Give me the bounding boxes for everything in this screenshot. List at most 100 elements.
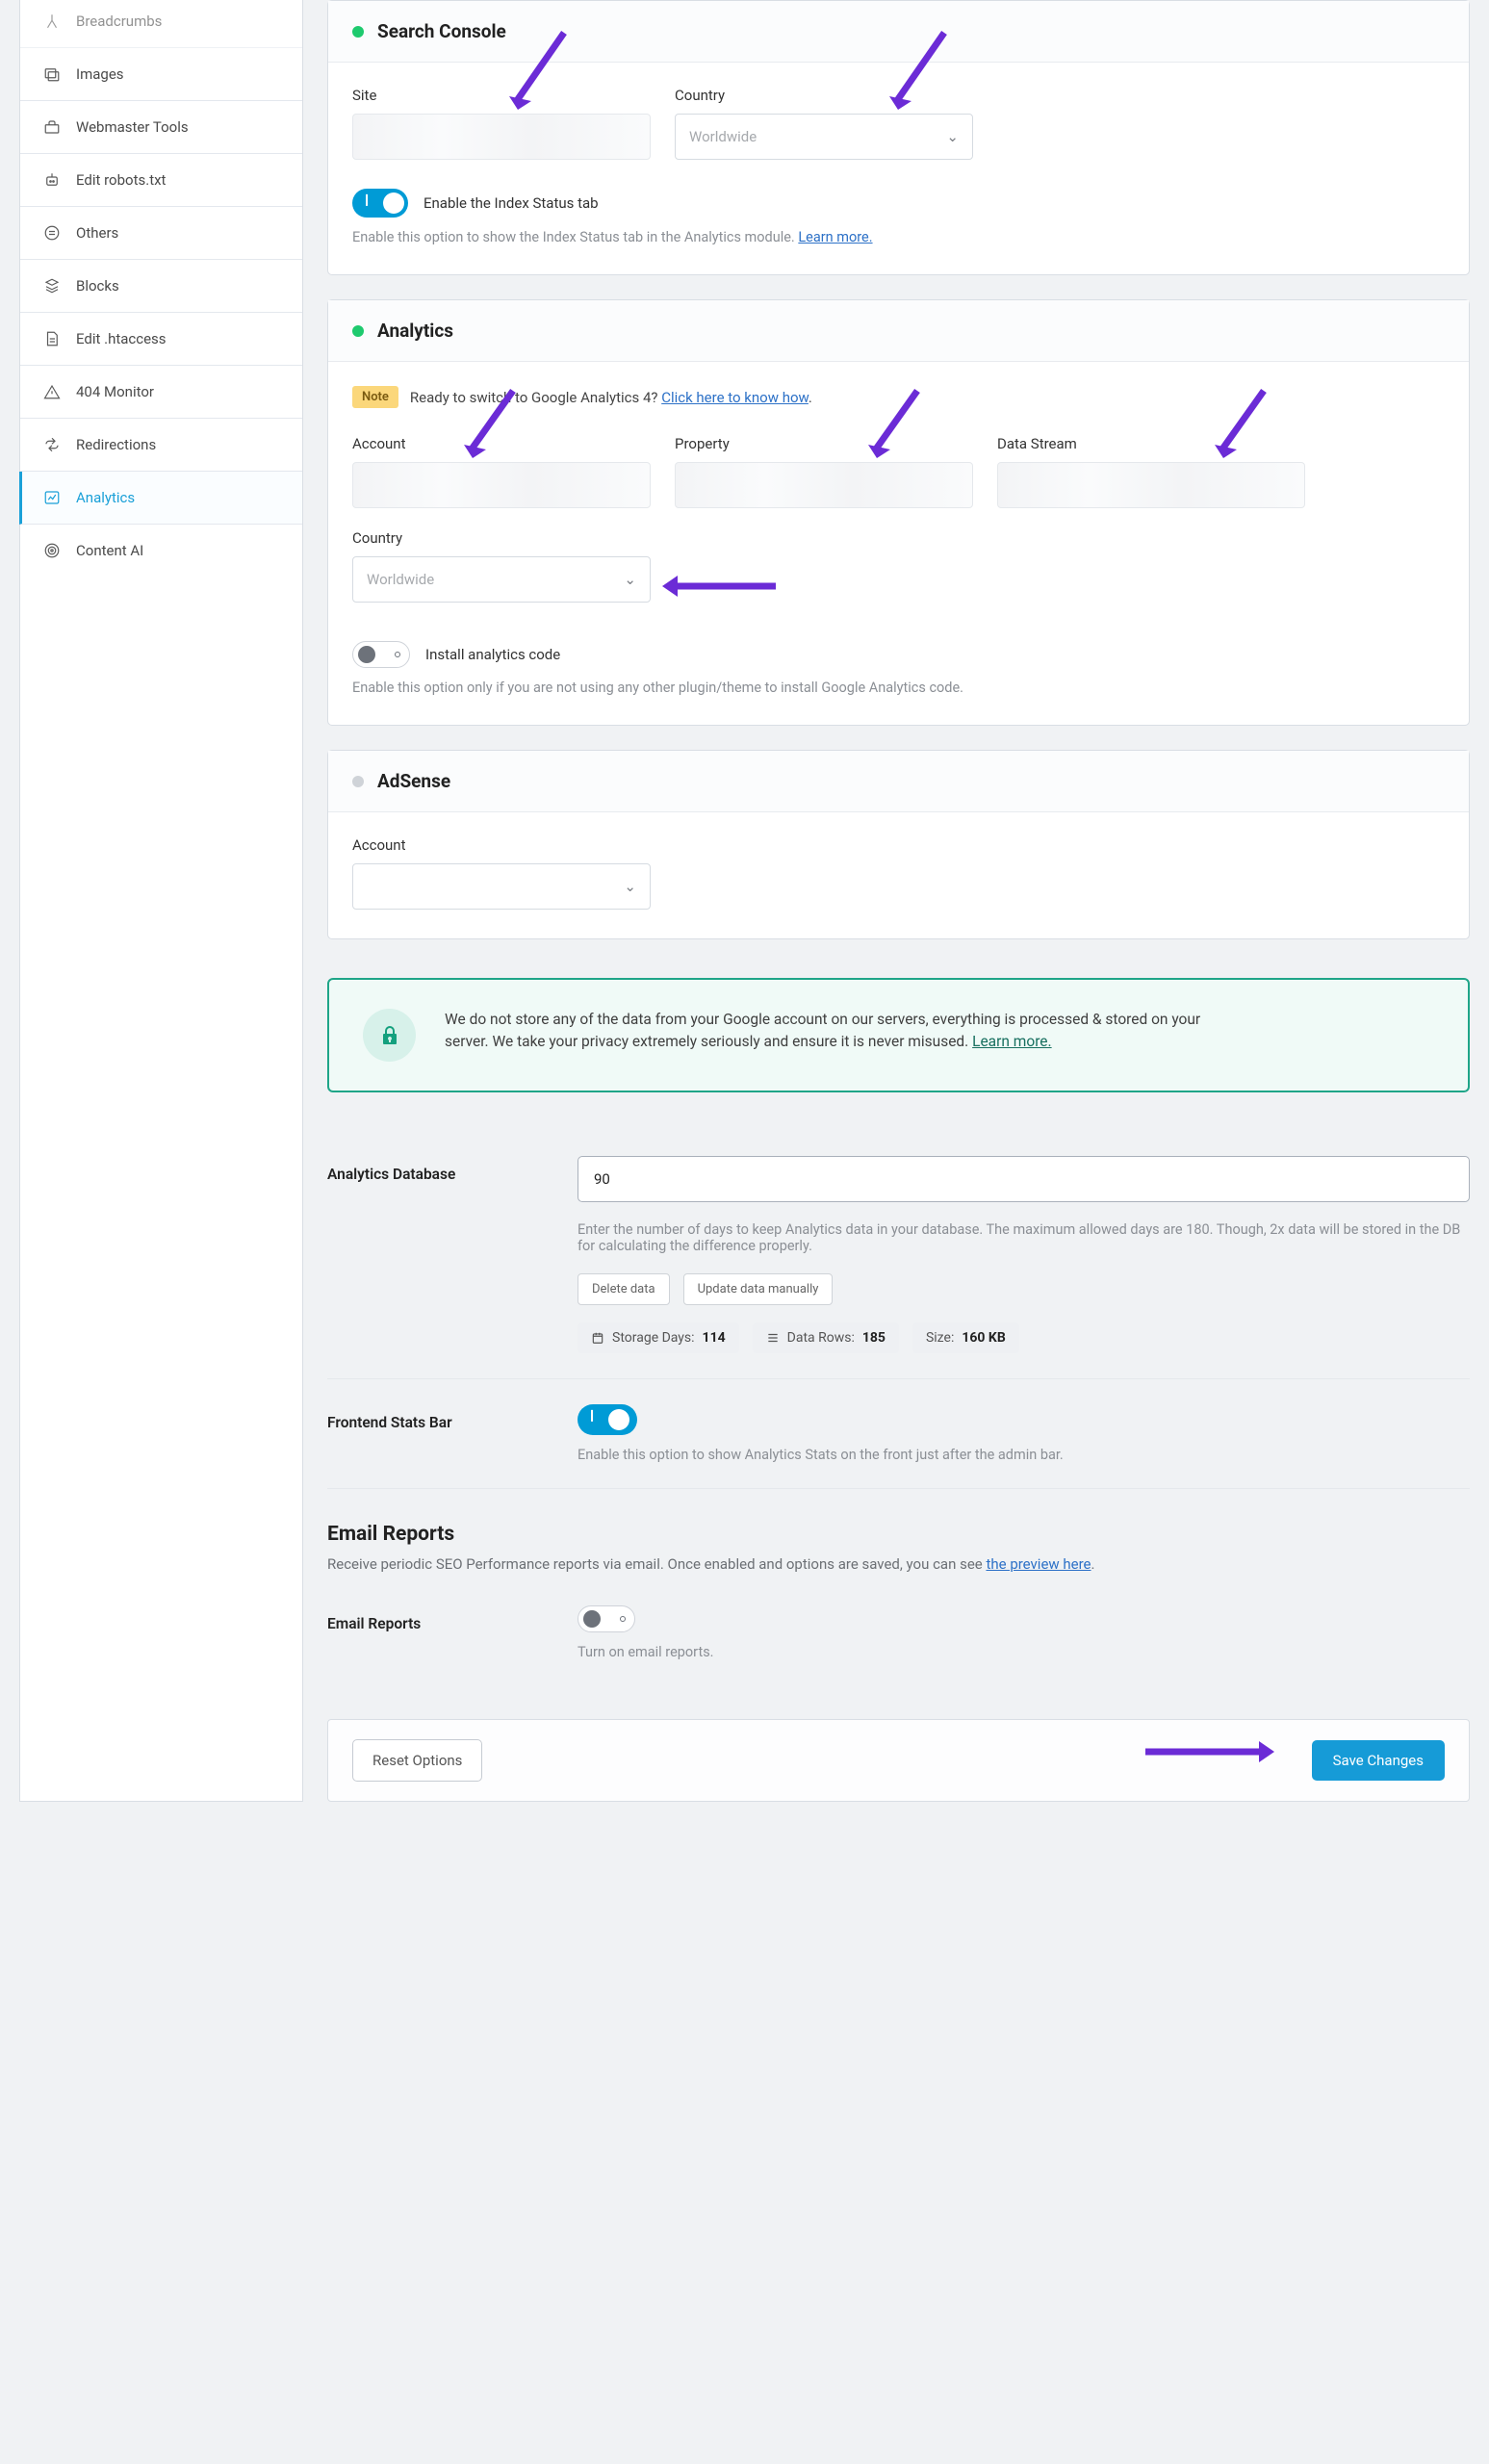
install-analytics-toggle[interactable] bbox=[352, 641, 410, 668]
breadcrumbs-icon bbox=[41, 11, 63, 32]
privacy-text: We do not store any of the data from you… bbox=[445, 1009, 1215, 1062]
panel-analytics: Analytics Note Ready to switch to Google… bbox=[327, 299, 1470, 726]
field-label: Account bbox=[352, 435, 651, 452]
field-label: Property bbox=[675, 435, 973, 452]
adsense-account-dropdown[interactable]: ⌄ bbox=[352, 863, 651, 910]
sidebar-item-label: Edit robots.txt bbox=[76, 171, 166, 189]
panel-title: AdSense bbox=[377, 770, 450, 792]
dropdown-value: Worldwide bbox=[689, 128, 757, 145]
sidebar-item-label: Breadcrumbs bbox=[76, 13, 162, 30]
sidebar-item-label: Images bbox=[76, 65, 124, 83]
panel-header: AdSense bbox=[328, 751, 1469, 812]
sidebar-item-webmaster-tools[interactable]: Webmaster Tools bbox=[20, 101, 302, 154]
toggle-label: Enable the Index Status tab bbox=[424, 194, 599, 212]
annotation-arrow bbox=[1142, 1737, 1276, 1766]
data-rows-chip: Data Rows: 185 bbox=[753, 1322, 899, 1353]
delete-data-button[interactable]: Delete data bbox=[578, 1273, 670, 1305]
sidebar-item-label: Analytics bbox=[76, 489, 135, 506]
preview-link[interactable]: the preview here bbox=[986, 1555, 1091, 1573]
field-label: Country bbox=[675, 87, 973, 104]
analytics-db-days-input[interactable] bbox=[578, 1156, 1470, 1202]
annotation-arrow bbox=[660, 572, 781, 601]
toggle-label: Install analytics code bbox=[425, 646, 560, 663]
ga-country-dropdown[interactable]: Worldwide ⌄ bbox=[352, 556, 651, 603]
chevron-down-icon: ⌄ bbox=[946, 128, 959, 145]
adsense-account-field: Account ⌄ bbox=[352, 836, 651, 910]
field-label: Site bbox=[352, 87, 651, 104]
panel-header: Analytics bbox=[328, 300, 1469, 362]
learn-more-link[interactable]: Learn more. bbox=[798, 229, 872, 245]
field-label: Account bbox=[352, 836, 651, 854]
sidebar-item-blocks[interactable]: Blocks bbox=[20, 260, 302, 313]
privacy-learn-more-link[interactable]: Learn more. bbox=[972, 1033, 1052, 1050]
target-icon bbox=[41, 540, 63, 561]
sidebar-item-label: Webmaster Tools bbox=[76, 118, 189, 136]
sidebar-item-images[interactable]: Images bbox=[20, 48, 302, 101]
update-data-button[interactable]: Update data manually bbox=[683, 1273, 834, 1305]
sc-country-dropdown[interactable]: Worldwide ⌄ bbox=[675, 114, 973, 160]
sidebar-item-breadcrumbs[interactable]: Breadcrumbs bbox=[20, 0, 302, 48]
ga-datastream-dropdown[interactable] bbox=[997, 462, 1305, 508]
chevron-down-icon: ⌄ bbox=[624, 878, 636, 895]
sc-country-field: Country Worldwide ⌄ bbox=[675, 87, 973, 160]
ga-property-field: Property bbox=[675, 435, 973, 508]
sidebar-item-htaccess[interactable]: Edit .htaccess bbox=[20, 313, 302, 366]
help-text: Enable this option only if you are not u… bbox=[352, 680, 1445, 696]
panel-title: Analytics bbox=[377, 320, 453, 342]
toggle-on-mark: ❙ bbox=[587, 1408, 597, 1422]
blocks-icon bbox=[41, 275, 63, 296]
misc-settings: Analytics Database Enter the number of d… bbox=[327, 1131, 1470, 1685]
help-text: Enable this option to show Analytics Sta… bbox=[578, 1447, 1470, 1463]
panel-adsense: AdSense Account ⌄ bbox=[327, 750, 1470, 939]
toggle-on-mark: ❙ bbox=[362, 192, 372, 206]
save-changes-button[interactable]: Save Changes bbox=[1312, 1740, 1445, 1781]
email-reports-heading: Email Reports bbox=[327, 1523, 1470, 1546]
robot-icon bbox=[41, 169, 63, 191]
ga-datastream-field: Data Stream bbox=[997, 435, 1305, 508]
note-badge: Note bbox=[352, 386, 398, 408]
sidebar-item-robots[interactable]: Edit robots.txt bbox=[20, 154, 302, 207]
setting-label: Email Reports bbox=[327, 1605, 549, 1660]
ga-country-field: Country Worldwide ⌄ bbox=[352, 529, 651, 603]
sidebar-item-label: Others bbox=[76, 224, 118, 242]
ga-account-dropdown[interactable] bbox=[352, 462, 651, 508]
chart-icon bbox=[41, 487, 63, 508]
panel-header: Search Console bbox=[328, 1, 1469, 63]
lock-icon bbox=[363, 1009, 416, 1062]
toolbox-icon bbox=[41, 116, 63, 138]
sc-site-dropdown[interactable] bbox=[352, 114, 651, 160]
ga4-link[interactable]: Click here to know how bbox=[661, 389, 809, 406]
storage-days-chip: Storage Days: 114 bbox=[578, 1322, 739, 1353]
field-label: Data Stream bbox=[997, 435, 1305, 452]
privacy-notice: We do not store any of the data from you… bbox=[327, 978, 1470, 1092]
help-text: Enter the number of days to keep Analyti… bbox=[578, 1221, 1470, 1254]
sidebar-item-analytics[interactable]: Analytics bbox=[19, 472, 302, 525]
dropdown-value: Worldwide bbox=[367, 571, 434, 588]
chevron-down-icon: ⌄ bbox=[624, 571, 636, 588]
note-text: Ready to switch to Google Analytics 4? C… bbox=[410, 389, 812, 406]
email-reports-intro: Receive periodic SEO Performance reports… bbox=[327, 1555, 1470, 1573]
email-reports-toggle[interactable] bbox=[578, 1605, 635, 1632]
sidebar-item-label: Blocks bbox=[76, 277, 119, 295]
redirect-icon bbox=[41, 434, 63, 455]
setting-label: Frontend Stats Bar bbox=[327, 1404, 549, 1463]
sc-site-field: Site bbox=[352, 87, 651, 160]
status-dot bbox=[352, 325, 364, 337]
index-status-toggle[interactable]: ❙ bbox=[352, 189, 408, 218]
sidebar-item-others[interactable]: Others bbox=[20, 207, 302, 260]
ga-account-field: Account bbox=[352, 435, 651, 508]
help-text: Enable this option to show the Index Sta… bbox=[352, 229, 1445, 245]
sidebar-item-redirections[interactable]: Redirections bbox=[20, 419, 302, 472]
ga-property-dropdown[interactable] bbox=[675, 462, 973, 508]
size-chip: Size: 160 KB bbox=[912, 1322, 1019, 1353]
sidebar-item-content-ai[interactable]: Content AI bbox=[20, 525, 302, 577]
reset-options-button[interactable]: Reset Options bbox=[352, 1739, 482, 1782]
warning-icon bbox=[41, 381, 63, 402]
sidebar-item-404-monitor[interactable]: 404 Monitor bbox=[20, 366, 302, 419]
sidebar-item-label: Content AI bbox=[76, 542, 143, 559]
sidebar-item-label: 404 Monitor bbox=[76, 383, 154, 400]
images-icon bbox=[41, 64, 63, 85]
sidebar-item-label: Edit .htaccess bbox=[76, 330, 167, 347]
help-text: Turn on email reports. bbox=[578, 1644, 1470, 1660]
frontend-stats-toggle[interactable]: ❙ bbox=[578, 1404, 637, 1435]
